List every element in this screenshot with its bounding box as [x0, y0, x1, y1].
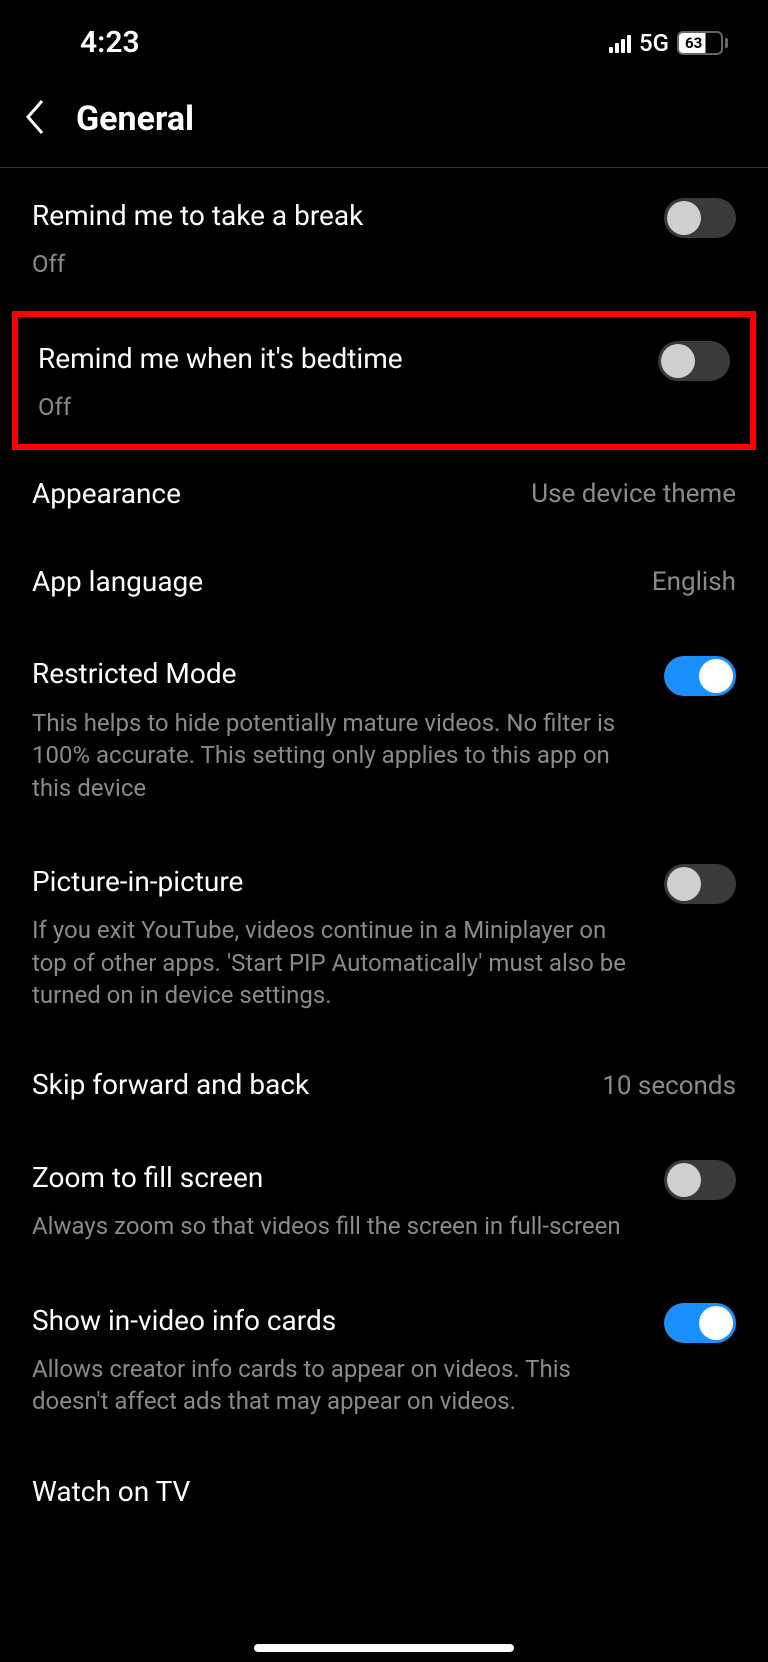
setting-row-break[interactable]: Remind me to take a break Off — [0, 168, 768, 311]
status-time: 4:23 — [80, 25, 140, 60]
setting-sub: If you exit YouTube, videos continue in … — [32, 914, 644, 1011]
setting-row-skip[interactable]: Skip forward and back 10 seconds — [0, 1041, 768, 1129]
setting-row-zoom[interactable]: Zoom to fill screen Always zoom so that … — [0, 1130, 768, 1273]
battery-level: 63 — [685, 34, 702, 52]
home-indicator[interactable] — [254, 1644, 514, 1652]
toggle-pip[interactable] — [664, 864, 736, 904]
setting-title: App language — [32, 564, 203, 600]
setting-title: Skip forward and back — [32, 1067, 309, 1103]
setting-sub: Allows creator info cards to appear on v… — [32, 1353, 644, 1418]
highlight-box: Remind me when it's bedtime Off — [12, 311, 756, 450]
toggle-infocards[interactable] — [664, 1303, 736, 1343]
signal-icon — [609, 33, 631, 53]
setting-sub: Off — [32, 248, 644, 280]
setting-sub: Off — [38, 391, 638, 423]
setting-title: Show in-video info cards — [32, 1303, 644, 1339]
network-type: 5G — [639, 29, 669, 57]
setting-title: Remind me to take a break — [32, 198, 644, 234]
setting-title: Restricted Mode — [32, 656, 644, 692]
setting-row-pip[interactable]: Picture-in-picture If you exit YouTube, … — [0, 834, 768, 1042]
setting-sub: Always zoom so that videos fill the scre… — [32, 1210, 644, 1242]
setting-title: Picture-in-picture — [32, 864, 644, 900]
setting-row-appearance[interactable]: Appearance Use device theme — [0, 450, 768, 538]
setting-row-restricted[interactable]: Restricted Mode This helps to hide poten… — [0, 626, 768, 834]
toggle-break[interactable] — [664, 198, 736, 238]
toggle-restricted[interactable] — [664, 656, 736, 696]
battery-icon: 63 — [677, 31, 728, 55]
back-icon[interactable] — [24, 99, 46, 139]
setting-title: Zoom to fill screen — [32, 1160, 644, 1196]
setting-row-language[interactable]: App language English — [0, 538, 768, 626]
toggle-bedtime[interactable] — [658, 341, 730, 381]
setting-value: Use device theme — [531, 479, 736, 509]
setting-title: Watch on TV — [32, 1474, 190, 1510]
setting-row-bedtime[interactable]: Remind me when it's bedtime Off — [18, 317, 750, 444]
page-title: General — [76, 99, 194, 139]
status-bar: 4:23 5G 63 — [0, 0, 768, 75]
status-indicators: 5G 63 — [609, 29, 728, 57]
setting-sub: This helps to hide potentially mature vi… — [32, 707, 644, 804]
setting-row-infocards[interactable]: Show in-video info cards Allows creator … — [0, 1273, 768, 1448]
setting-value: 10 seconds — [602, 1071, 736, 1101]
setting-row-watch-tv[interactable]: Watch on TV — [0, 1448, 768, 1536]
setting-value: English — [652, 567, 736, 597]
setting-title: Appearance — [32, 476, 181, 512]
toggle-zoom[interactable] — [664, 1160, 736, 1200]
settings-list: Remind me to take a break Off Remind me … — [0, 168, 768, 1536]
setting-title: Remind me when it's bedtime — [38, 341, 638, 377]
header: General — [0, 75, 768, 168]
